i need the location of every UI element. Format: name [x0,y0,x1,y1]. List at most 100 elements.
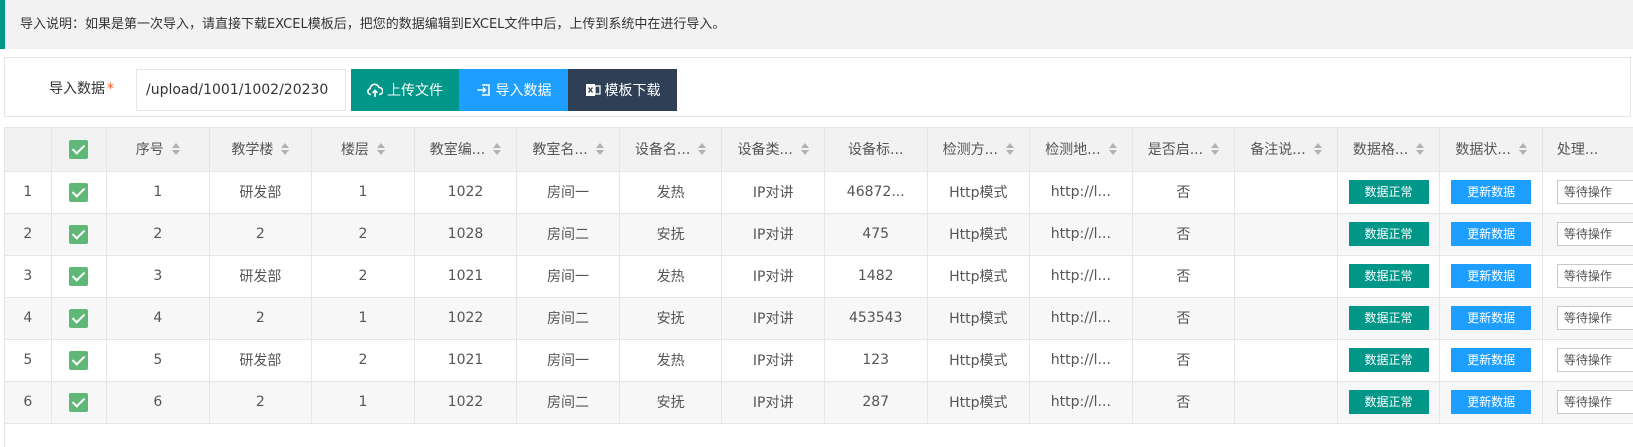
row-checkbox[interactable] [69,392,89,412]
cell-floor: 2 [311,213,415,256]
cell-seq: 1 [106,171,210,214]
header-building[interactable]: 教学楼 [209,128,313,172]
cell-seq: 4 [106,297,210,340]
pending-action-button[interactable]: 等待操作 [1556,306,1633,330]
header-device-type[interactable]: 设备类... [721,128,825,172]
row-checkbox-cell[interactable] [51,339,108,382]
cell-remark [1234,339,1338,382]
row-checkbox-cell[interactable] [51,381,108,424]
pending-action-button[interactable]: 等待操作 [1556,264,1633,288]
pending-action-button[interactable]: 等待操作 [1556,180,1633,204]
sort-icon[interactable] [171,143,180,156]
cell-device-name: 安抚 [619,213,723,256]
cell-enabled: 否 [1132,381,1236,424]
cell-device-type: IP对讲 [721,381,825,424]
row-checkbox[interactable] [69,266,89,286]
cell-format: 数据正常 [1337,213,1441,256]
cell-seq: 3 [106,255,210,298]
header-device-tag[interactable]: 设备标... [824,128,928,172]
cell-enabled: 否 [1132,213,1236,256]
sort-icon[interactable] [376,143,385,156]
row-index: 1 [5,171,52,214]
cell-device-type: IP对讲 [721,297,825,340]
header-format[interactable]: 数据格... [1337,128,1441,172]
sort-icon[interactable] [595,143,604,156]
cell-action: 等待操作 [1542,297,1633,340]
cell-device-type: IP对讲 [721,171,825,214]
cell-room-no: 1021 [414,255,518,298]
upload-file-button[interactable]: 上传文件 [351,69,459,111]
pending-action-button[interactable]: 等待操作 [1556,222,1633,246]
row-checkbox-cell[interactable] [51,255,108,298]
header-address[interactable]: 检测地... [1029,128,1133,172]
cell-address: http://l... [1029,381,1133,424]
header-seq[interactable]: 序号 [106,128,210,172]
cell-status: 更新数据 [1439,213,1543,256]
cell-room-no: 1022 [414,171,518,214]
header-room-no[interactable]: 教室编... [414,128,518,172]
cell-method: Http模式 [927,171,1031,214]
cell-remark [1234,171,1338,214]
cell-building: 研发部 [209,171,313,214]
cell-room-name: 房间一 [516,339,620,382]
row-checkbox-cell[interactable] [51,171,108,214]
format-ok-badge: 数据正常 [1348,390,1429,414]
pending-action-button[interactable]: 等待操作 [1556,348,1633,372]
table-row[interactable]: 5 5 研发部 2 1021 房间一 发热 IP对讲 123 Http模式 ht… [5,339,1633,382]
sort-icon[interactable] [1416,143,1425,156]
row-checkbox[interactable] [69,182,89,202]
sort-icon[interactable] [698,143,707,156]
pending-action-button[interactable]: 等待操作 [1556,390,1633,414]
import-data-button[interactable]: 导入数据 [459,69,568,111]
header-select-all[interactable] [51,128,108,172]
update-data-badge: 更新数据 [1451,264,1532,288]
update-data-badge: 更新数据 [1451,390,1532,414]
sort-icon[interactable] [1211,143,1220,156]
cell-building: 研发部 [209,339,313,382]
cell-enabled: 否 [1132,171,1236,214]
row-checkbox-cell[interactable] [51,213,108,256]
sort-icon[interactable] [1005,143,1014,156]
header-enabled[interactable]: 是否启... [1132,128,1236,172]
table-row[interactable]: 1 1 研发部 1 1022 房间一 发热 IP对讲 46872... Http… [5,171,1633,214]
cell-format: 数据正常 [1337,339,1441,382]
file-path-input[interactable] [136,69,346,111]
cell-action: 等待操作 [1542,381,1633,424]
sort-icon[interactable] [800,143,809,156]
table-row[interactable]: 6 6 2 1 1022 房间二 安抚 IP对讲 287 Http模式 http… [5,381,1633,424]
cell-format: 数据正常 [1337,381,1441,424]
header-remark[interactable]: 备注说... [1234,128,1338,172]
cell-device-tag: 475 [824,213,928,256]
row-checkbox[interactable] [69,224,89,244]
cell-remark [1234,213,1338,256]
sort-icon[interactable] [1313,143,1322,156]
sort-icon[interactable] [281,143,290,156]
header-method[interactable]: 检测方... [927,128,1031,172]
header-room-name[interactable]: 教室名... [516,128,620,172]
header-status[interactable]: 数据状... [1439,128,1543,172]
row-checkbox[interactable] [69,350,89,370]
template-download-button[interactable]: 模板下载 [568,69,677,111]
header-device-name[interactable]: 设备名... [619,128,723,172]
table-row[interactable]: 2 2 2 2 1028 房间二 安抚 IP对讲 475 Http模式 http… [5,213,1633,256]
cell-room-name: 房间二 [516,297,620,340]
import-data-label-text: 导入数据 [49,81,105,97]
sort-icon[interactable] [493,143,502,156]
cell-action: 等待操作 [1542,213,1633,256]
format-ok-badge: 数据正常 [1348,306,1429,330]
update-data-badge: 更新数据 [1451,306,1532,330]
sort-icon[interactable] [1518,143,1527,156]
table-row[interactable]: 3 3 研发部 2 1021 房间一 发热 IP对讲 1482 Http模式 h… [5,255,1633,298]
table-row[interactable]: 4 4 2 1 1022 房间二 安抚 IP对讲 453543 Http模式 h… [5,297,1633,340]
sort-icon[interactable] [1108,143,1117,156]
row-checkbox-cell[interactable] [51,297,108,340]
row-checkbox[interactable] [69,308,89,328]
row-index: 3 [5,255,52,298]
header-action[interactable]: 处理... [1542,128,1633,172]
cell-method: Http模式 [927,213,1031,256]
cell-method: Http模式 [927,381,1031,424]
select-all-checkbox[interactable] [69,139,89,159]
header-floor[interactable]: 楼层 [311,128,415,172]
cell-room-no: 1028 [414,213,518,256]
cell-device-name: 安抚 [619,381,723,424]
